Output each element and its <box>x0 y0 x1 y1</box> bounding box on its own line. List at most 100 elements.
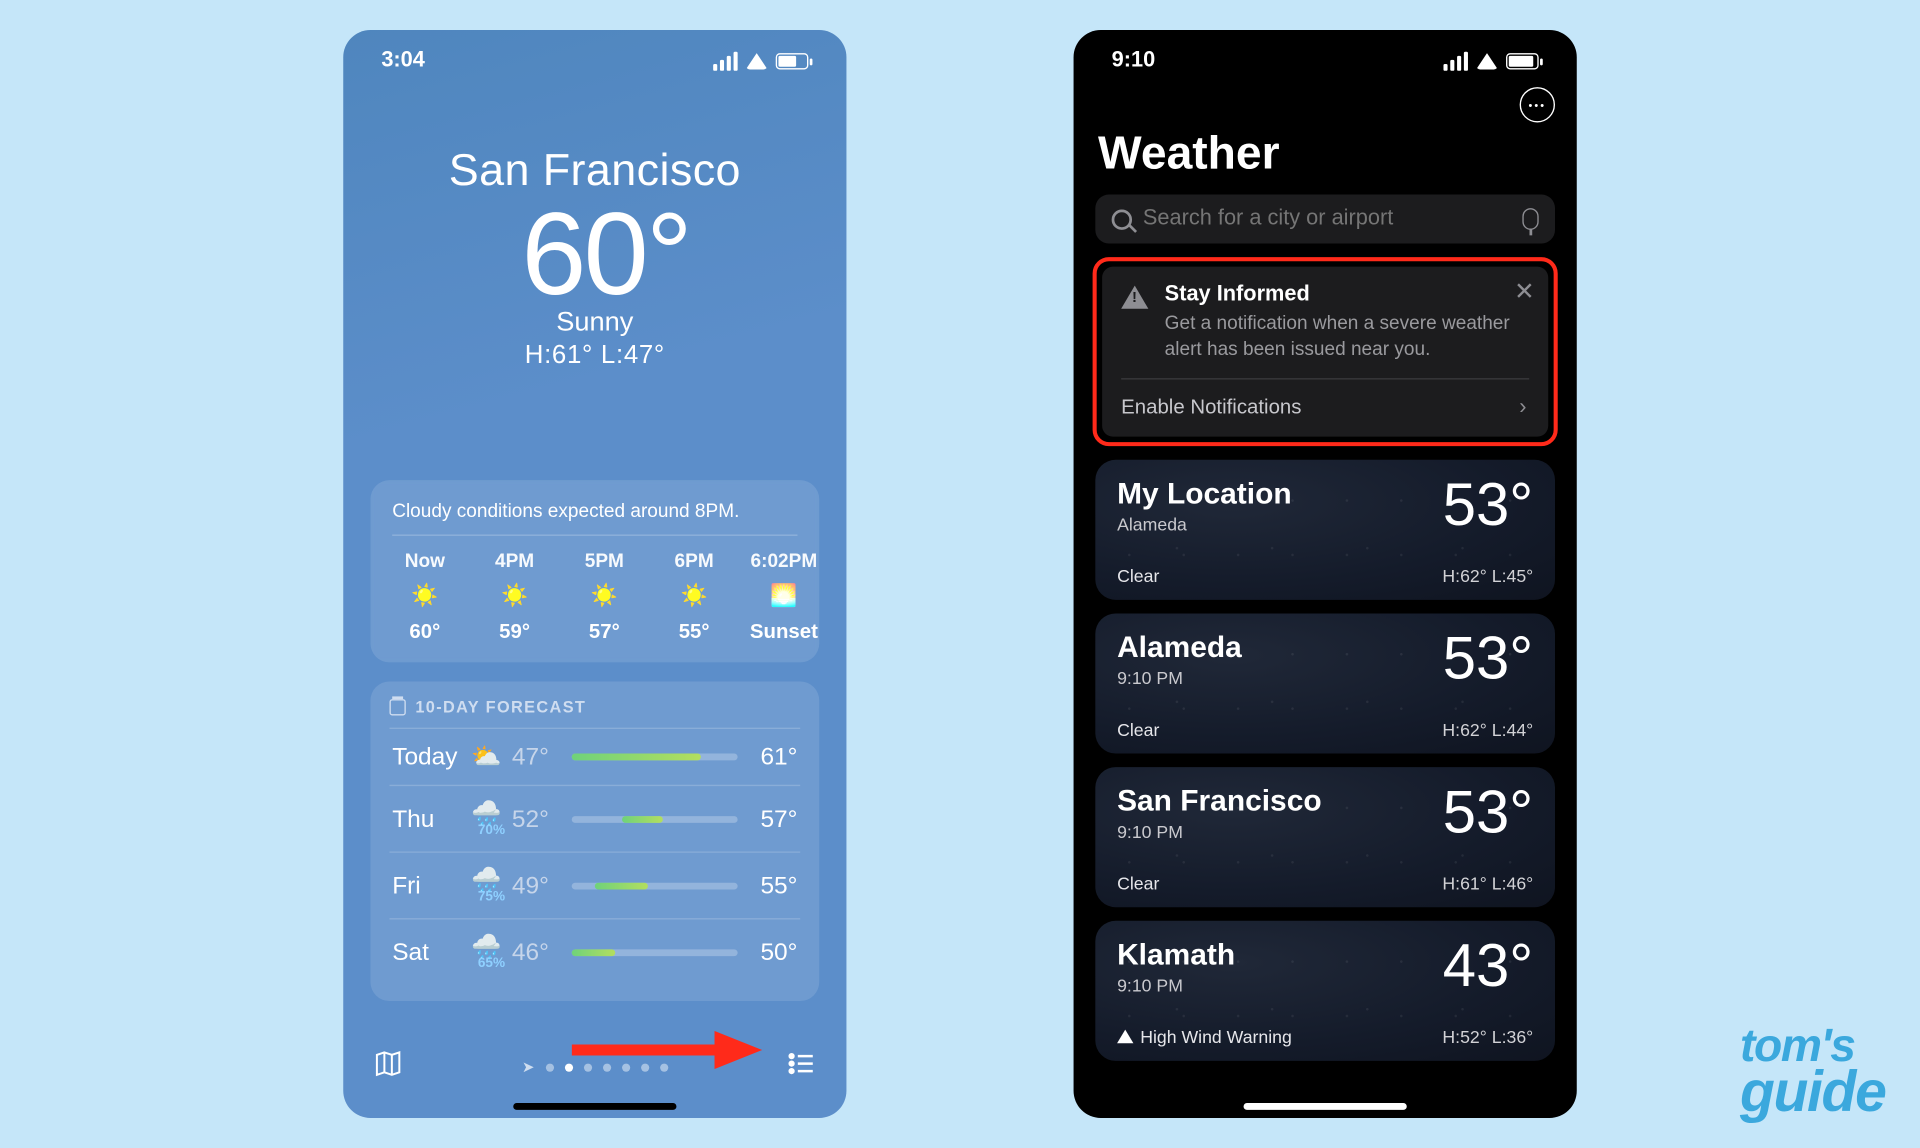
ten-day-forecast-card[interactable]: 10-DAY FORECAST Today ⛅ 47° 61°Thu 🌧️70%… <box>370 681 819 1001</box>
location-card[interactable]: My Location Alameda 53° Clear H:62° L:45… <box>1095 459 1555 599</box>
battery-icon <box>1506 53 1539 69</box>
hour-temp: 55° <box>679 620 710 643</box>
day-label: Fri <box>392 871 471 900</box>
day-label: Thu <box>392 805 471 834</box>
hour-label: 5PM <box>585 550 624 572</box>
search-field[interactable] <box>1095 195 1555 244</box>
location-temp: 53° <box>1443 629 1534 689</box>
temp-range-bar <box>572 754 738 761</box>
hourly-column[interactable]: 5PM ☀️ 57° <box>572 550 637 644</box>
location-card[interactable]: Klamath 9:10 PM 43° High Wind Warning H:… <box>1095 921 1555 1062</box>
temp-range-bar <box>572 882 738 889</box>
status-icons <box>713 52 808 71</box>
high-temp: 50° <box>738 938 798 967</box>
low-temp: 49° <box>512 871 572 900</box>
weather-locations-screen: 9:10 ••• Weather ✕ Stay Informed <box>1074 30 1577 1118</box>
chevron-right-icon: › <box>1519 396 1526 420</box>
low-temp: 46° <box>512 938 572 967</box>
high-temp: 55° <box>738 871 798 900</box>
hourly-column[interactable]: 4PM ☀️ 59° <box>482 550 547 644</box>
location-name: Klamath <box>1117 937 1235 972</box>
more-button[interactable]: ••• <box>1520 87 1555 122</box>
hour-label: Now <box>405 550 445 572</box>
stay-informed-card: ✕ Stay Informed Get a notification when … <box>1093 257 1558 446</box>
current-weather-header: San Francisco 60° Sunny H:61° L:47° <box>343 144 846 371</box>
day-label: Sat <box>392 938 471 967</box>
location-hilo: H:61° L:46° <box>1442 873 1533 893</box>
forecast-message: Cloudy conditions expected around 8PM. <box>392 499 797 536</box>
page-dots[interactable]: ➤ <box>522 1058 668 1076</box>
location-card[interactable]: San Francisco 9:10 PM 53° Clear H:61° L:… <box>1095 767 1555 907</box>
weather-icon: ☀️ <box>681 582 708 609</box>
hour-temp: 59° <box>499 620 530 643</box>
locations-list-icon[interactable] <box>787 1049 817 1086</box>
map-icon[interactable] <box>373 1049 403 1086</box>
hour-temp: Sunset <box>750 620 818 643</box>
location-name: Alameda <box>1117 629 1242 664</box>
location-condition: Clear <box>1117 566 1159 586</box>
forecast-header-label: 10-DAY FORECAST <box>415 698 586 717</box>
forecast-row[interactable]: Fri 🌧️75% 49° 55° <box>389 851 800 918</box>
location-sub: 9:10 PM <box>1117 975 1235 995</box>
location-hilo: H:62° L:45° <box>1442 566 1533 586</box>
high-temp: 61° <box>738 743 798 772</box>
weather-icon: ☀️ <box>411 582 438 609</box>
bottom-bar: ➤ <box>343 1049 846 1086</box>
location-hilo: H:52° L:36° <box>1442 1027 1533 1047</box>
low-temp: 47° <box>512 743 572 772</box>
status-time: 3:04 <box>381 49 425 73</box>
hour-label: 6PM <box>675 550 714 572</box>
hourly-column[interactable]: 6:02PM 🌅 Sunset <box>751 550 816 644</box>
hourly-column[interactable]: Now ☀️ 60° <box>392 550 457 644</box>
location-sub: 9:10 PM <box>1117 668 1242 688</box>
enable-notifications-button[interactable]: Enable Notifications › <box>1121 379 1529 436</box>
day-label: Today <box>392 743 471 772</box>
hour-temp: 60° <box>409 620 440 643</box>
location-condition: Clear <box>1117 873 1159 893</box>
watermark-logo: tom's guide <box>1740 1025 1886 1118</box>
cellular-icon <box>1443 52 1467 71</box>
hour-label: 6:02PM <box>751 550 818 572</box>
location-sub: Alameda <box>1117 514 1292 534</box>
location-name: My Location <box>1117 476 1292 511</box>
forecast-row[interactable]: Thu 🌧️70% 52° 57° <box>389 785 800 852</box>
page-title: Weather <box>1074 122 1577 194</box>
location-condition: Clear <box>1117 719 1159 739</box>
precip-chance: 70% <box>471 823 512 838</box>
warning-icon <box>1117 1030 1133 1044</box>
weather-icon: ☀️ <box>501 582 528 609</box>
location-card[interactable]: Alameda 9:10 PM 53° Clear H:62° L:44° <box>1095 613 1555 753</box>
location-temp: 53° <box>1443 476 1534 536</box>
location-condition: High Wind Warning <box>1117 1027 1292 1048</box>
forecast-row[interactable]: Today ⛅ 47° 61° <box>389 728 800 785</box>
low-temp: 52° <box>512 805 572 834</box>
precip-chance: 65% <box>471 956 512 971</box>
hourly-column[interactable]: 6PM ☀️ 55° <box>661 550 726 644</box>
location-hilo: H:62° L:44° <box>1442 719 1533 739</box>
current-temp: 60° <box>365 196 846 313</box>
close-icon[interactable]: ✕ <box>1514 278 1535 307</box>
weather-icon: ⛅ <box>471 743 501 770</box>
hour-label: 4PM <box>495 550 534 572</box>
calendar-icon <box>389 699 405 715</box>
weather-detail-screen: 3:04 San Francisco 60° Sunny H:61° L:47°… <box>343 30 846 1118</box>
forecast-header: 10-DAY FORECAST <box>389 698 800 728</box>
high-low: H:61° L:47° <box>343 341 846 371</box>
home-indicator[interactable] <box>1244 1103 1407 1110</box>
mic-icon[interactable] <box>1522 208 1538 230</box>
search-input[interactable] <box>1143 207 1512 231</box>
forecast-row[interactable]: Sat 🌧️65% 46° 50° <box>389 918 800 985</box>
location-temp: 53° <box>1443 783 1534 843</box>
hourly-forecast-card[interactable]: Cloudy conditions expected around 8PM. N… <box>370 480 819 662</box>
cellular-icon <box>713 52 737 71</box>
weather-icon: 🌅 <box>770 582 797 609</box>
precip-chance: 75% <box>471 890 512 905</box>
home-indicator[interactable] <box>513 1103 676 1110</box>
wifi-icon <box>746 53 768 69</box>
wifi-icon <box>1476 53 1498 69</box>
temp-range-bar <box>572 815 738 822</box>
status-time: 9:10 <box>1112 49 1156 73</box>
status-icons <box>1443 52 1538 71</box>
alert-button-label: Enable Notifications <box>1121 396 1301 419</box>
search-icon <box>1112 209 1132 229</box>
